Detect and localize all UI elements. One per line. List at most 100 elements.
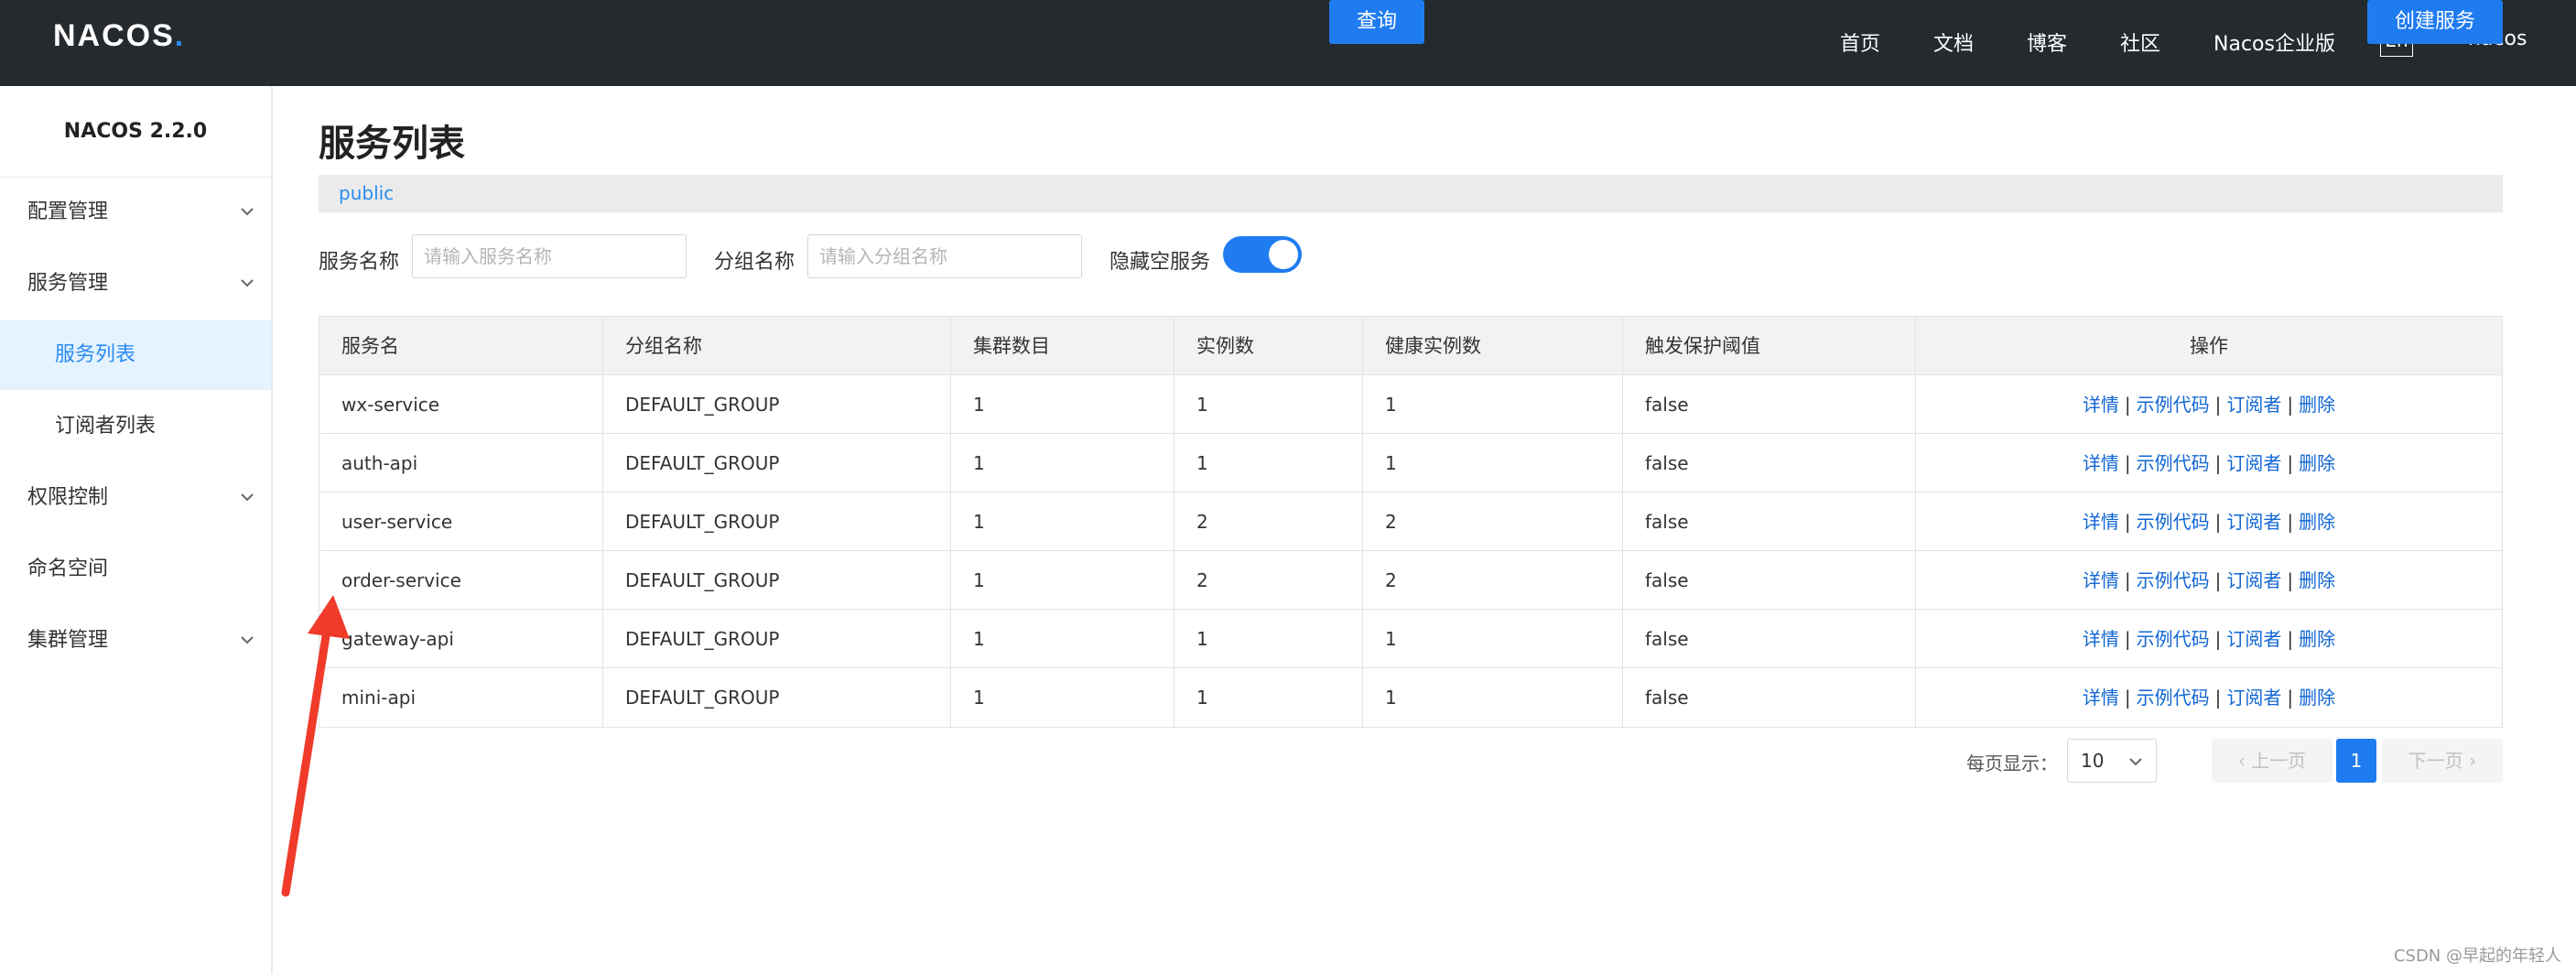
sample-code-link[interactable]: 示例代码 [2137, 394, 2210, 416]
group-name-label: 分组名称 [714, 251, 796, 274]
sample-code-link[interactable]: 示例代码 [2137, 628, 2210, 650]
details-link[interactable]: 详情 [2083, 511, 2119, 533]
subscribers-link[interactable]: 订阅者 [2226, 511, 2281, 533]
nacos-logo[interactable]: NACOS. [53, 18, 185, 54]
chevron-down-icon [241, 208, 254, 216]
cell-healthy-instance-count: 1 [1363, 668, 1623, 727]
ops-separator: | [2124, 394, 2131, 416]
sidebar-item-access-control[interactable]: 权限控制 [0, 463, 271, 533]
subscribers-link[interactable]: 订阅者 [2226, 569, 2281, 591]
table-row: order-service DEFAULT_GROUP 1 2 2 false 详情 | 示例代… [319, 551, 2502, 610]
ops-separator: | [2124, 628, 2131, 650]
sidebar: NACOS 2.2.0 配置管理 服务管理 服务列表 订阅者列表 权限控制 命名… [0, 86, 273, 974]
ops-separator: | [2124, 687, 2131, 709]
table-row: user-service DEFAULT_GROUP 1 2 2 false 详情 | 示例代码… [319, 492, 2502, 551]
group-name-input[interactable] [807, 234, 1082, 278]
cell-healthy-instance-count: 1 [1363, 434, 1623, 492]
chevron-down-icon [241, 279, 254, 287]
nav-home[interactable]: 首页 [1840, 27, 1880, 57]
cell-healthy-instance-count: 1 [1363, 375, 1623, 434]
namespace-link-public[interactable]: public [339, 182, 394, 204]
cell-group-name: DEFAULT_GROUP [603, 434, 951, 492]
sidebar-item-service-list[interactable]: 服务列表 [0, 320, 271, 390]
page-title: 服务列表 [319, 123, 465, 165]
previous-page-label: 上一页 [2251, 750, 2307, 772]
ops-separator: | [2124, 569, 2131, 591]
sidebar-item-cluster-management[interactable]: 集群管理 [0, 606, 271, 676]
annotation-arrow-icon [281, 595, 350, 897]
cell-operations: 详情 | 示例代码 | 订阅者 | 删除 [1916, 551, 2502, 610]
nav-docs[interactable]: 文档 [1933, 27, 1974, 57]
service-name-input[interactable] [412, 234, 687, 278]
chevron-down-icon [241, 636, 254, 644]
cell-healthy-instance-count: 2 [1363, 551, 1623, 610]
delete-link[interactable]: 删除 [2299, 394, 2335, 416]
cell-cluster-count: 1 [951, 610, 1174, 668]
create-service-button[interactable]: 创建服务 [2367, 0, 2503, 44]
sample-code-link[interactable]: 示例代码 [2137, 511, 2210, 533]
sample-code-link[interactable]: 示例代码 [2137, 569, 2210, 591]
subscribers-link[interactable]: 订阅者 [2226, 687, 2281, 709]
cell-instance-count: 2 [1174, 492, 1363, 551]
nav-enterprise[interactable]: Nacos企业版 [2213, 27, 2335, 57]
cell-cluster-count: 1 [951, 375, 1174, 434]
sample-code-link[interactable]: 示例代码 [2137, 687, 2210, 709]
sidebar-item-service-management[interactable]: 服务管理 [0, 249, 271, 319]
details-link[interactable]: 详情 [2083, 628, 2119, 650]
details-link[interactable]: 详情 [2083, 394, 2119, 416]
column-header-operations: 操作 [2190, 335, 2228, 357]
subscribers-link[interactable]: 订阅者 [2226, 452, 2281, 474]
next-page-label: 下一页 [2408, 750, 2463, 772]
column-header-group-name: 分组名称 [603, 317, 951, 375]
previous-page-button[interactable]: ‹ 上一页 [2212, 739, 2332, 783]
cell-protect-threshold: false [1623, 375, 1916, 434]
details-link[interactable]: 详情 [2083, 687, 2119, 709]
ops-separator: | [2214, 511, 2222, 533]
delete-link[interactable]: 删除 [2299, 452, 2335, 474]
subscribers-link[interactable]: 订阅者 [2226, 394, 2281, 416]
cell-cluster-count: 1 [951, 492, 1174, 551]
sidebar-item-label: 配置管理 [27, 200, 109, 223]
page-size-value: 10 [2081, 750, 2105, 772]
ops-separator: | [2214, 687, 2222, 709]
delete-link[interactable]: 删除 [2299, 687, 2335, 709]
table-row: wx-service DEFAULT_GROUP 1 1 1 false 详情 | 示例代码 | 订… [319, 375, 2502, 434]
delete-link[interactable]: 删除 [2299, 569, 2335, 591]
chevron-down-icon [241, 493, 254, 502]
service-table: 服务名 分组名称 集群数目 实例数 健康实例数 触发保护阈值 操作 wx-ser… [319, 316, 2503, 728]
delete-link[interactable]: 删除 [2299, 628, 2335, 650]
cell-service-name: user-service [319, 492, 603, 551]
table-row: auth-api DEFAULT_GROUP 1 1 1 false 详情 | 示例代码 | 订阅者… [319, 434, 2502, 492]
details-link[interactable]: 详情 [2083, 569, 2119, 591]
cell-instance-count: 2 [1174, 551, 1363, 610]
sidebar-item-subscriber-list[interactable]: 订阅者列表 [0, 392, 271, 461]
cell-operations: 详情 | 示例代码 | 订阅者 | 删除 [1916, 434, 2502, 492]
ops-separator: | [2124, 511, 2131, 533]
sidebar-item-config-management[interactable]: 配置管理 [0, 178, 271, 247]
sidebar-item-namespace[interactable]: 命名空间 [0, 535, 271, 604]
ops-separator: | [2287, 687, 2294, 709]
page-number-1[interactable]: 1 [2336, 739, 2376, 783]
sidebar-item-label: 命名空间 [27, 557, 109, 580]
sample-code-link[interactable]: 示例代码 [2137, 452, 2210, 474]
delete-link[interactable]: 删除 [2299, 511, 2335, 533]
query-button[interactable]: 查询 [1329, 0, 1424, 44]
nav-community[interactable]: 社区 [2120, 27, 2160, 57]
next-page-button[interactable]: 下一页 › [2382, 739, 2503, 783]
cell-operations: 详情 | 示例代码 | 订阅者 | 删除 [1916, 375, 2502, 434]
cell-protect-threshold: false [1623, 434, 1916, 492]
hide-empty-services-toggle[interactable] [1223, 236, 1302, 273]
cell-service-name: order-service [319, 551, 603, 610]
subscribers-link[interactable]: 订阅者 [2226, 628, 2281, 650]
cell-operations: 详情 | 示例代码 | 订阅者 | 删除 [1916, 610, 2502, 668]
page-size-select[interactable]: 10 [2067, 739, 2157, 783]
nav-blog[interactable]: 博客 [2027, 27, 2067, 57]
sidebar-item-label: 权限控制 [27, 486, 109, 509]
cell-protect-threshold: false [1623, 610, 1916, 668]
chevron-left-icon: ‹ [2237, 750, 2252, 772]
details-link[interactable]: 详情 [2083, 452, 2119, 474]
ops-separator: | [2124, 452, 2131, 474]
column-header-cluster-count: 集群数目 [951, 317, 1174, 375]
sidebar-item-label: 服务管理 [27, 272, 109, 295]
toggle-knob [1269, 240, 1298, 269]
